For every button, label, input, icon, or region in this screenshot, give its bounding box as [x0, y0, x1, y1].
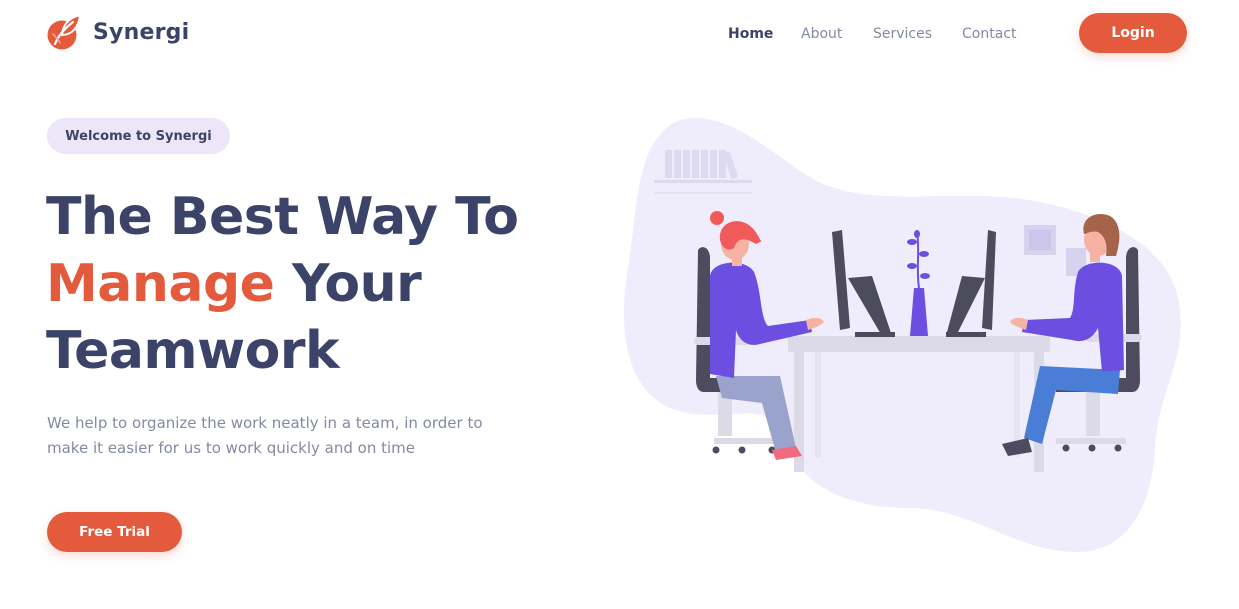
- login-button[interactable]: Login: [1079, 13, 1187, 53]
- free-trial-button[interactable]: Free Trial: [47, 512, 182, 552]
- headline-line-2: Manage Your: [46, 251, 606, 318]
- landing-page: Synergi Home About Services Contact Logi…: [0, 0, 1239, 609]
- headline-accent-word: Manage: [46, 254, 275, 314]
- nav-item-services[interactable]: Services: [873, 24, 932, 44]
- headline-line-1: The Best Way To: [46, 187, 519, 247]
- headline-line-2-rest: Your: [274, 254, 422, 314]
- hero-description: We help to organize the work neatly in a…: [47, 414, 483, 457]
- nav-item-home[interactable]: Home: [728, 24, 773, 44]
- hero-headline: The Best Way To Manage Your Teamwork: [46, 184, 606, 385]
- headline-line-3: Teamwork: [46, 321, 340, 381]
- welcome-badge: Welcome to Synergi: [47, 118, 230, 154]
- main-nav: Home About Services Contact: [0, 24, 1239, 46]
- team-working-illustration: [610, 108, 1210, 568]
- nav-item-contact[interactable]: Contact: [962, 24, 1016, 44]
- nav-item-about[interactable]: About: [801, 24, 842, 44]
